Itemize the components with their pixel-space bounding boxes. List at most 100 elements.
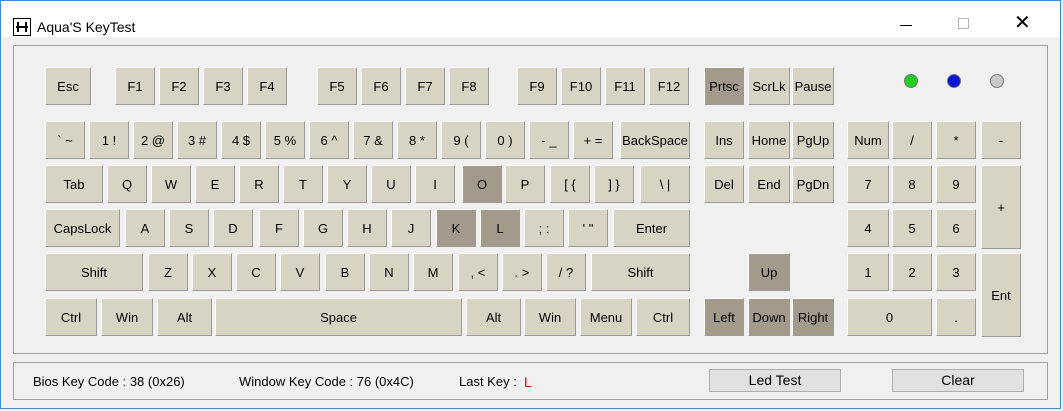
key-kp1: 1 — [847, 253, 889, 291]
key-quote: ' " — [568, 209, 608, 247]
key-kp5: 5 — [892, 209, 932, 247]
key-f1: F1 — [115, 67, 155, 105]
key-kp-div: / — [892, 121, 932, 159]
key-h: H — [347, 209, 387, 247]
key-slash: / ? — [546, 253, 586, 291]
key-k: K — [436, 209, 476, 247]
key-enter: Enter — [613, 209, 690, 247]
key-lalt: Alt — [157, 298, 212, 336]
key-minus: - _ — [529, 121, 569, 159]
key-kp-dot: . — [936, 298, 976, 336]
minimize-button[interactable] — [883, 11, 929, 37]
last-key-value: L — [524, 374, 532, 390]
key-kp6: 6 — [936, 209, 976, 247]
key-pgup: PgUp — [792, 121, 834, 159]
key-del: Del — [704, 165, 744, 203]
key-kp7: 7 — [847, 165, 889, 203]
capslock-led — [947, 74, 961, 88]
key-up: Up — [748, 253, 790, 291]
key-f11: F11 — [605, 67, 645, 105]
key-u: U — [371, 165, 411, 203]
bios-key-code: Bios Key Code : 38 (0x26) — [33, 374, 185, 389]
key-num: Num — [847, 121, 889, 159]
key-n7: 7 & — [353, 121, 393, 159]
key-esc: Esc — [45, 67, 91, 105]
key-kp3: 3 — [936, 253, 976, 291]
key-kp-enter: Ent — [981, 253, 1021, 337]
key-capslock: CapsLock — [45, 209, 120, 247]
key-f2: F2 — [159, 67, 199, 105]
key-n4: 4 $ — [221, 121, 261, 159]
key-f9: F9 — [517, 67, 557, 105]
key-i: I — [415, 165, 455, 203]
key-n0: 0 ) — [485, 121, 525, 159]
key-lbracket: [ { — [550, 165, 590, 203]
last-key-label: Last Key : — [459, 374, 517, 389]
key-backtick: ` ~ — [45, 121, 85, 159]
key-backspace: BackSpace — [620, 121, 690, 159]
led-test-button[interactable]: Led Test — [709, 369, 841, 392]
key-tab: Tab — [45, 165, 103, 203]
key-q: Q — [107, 165, 147, 203]
key-b: B — [325, 253, 365, 291]
key-equal: + = — [573, 121, 613, 159]
key-pgdn: PgDn — [792, 165, 834, 203]
key-f4: F4 — [247, 67, 287, 105]
key-n3: 3 # — [177, 121, 217, 159]
close-button[interactable]: ✕ — [999, 11, 1045, 37]
key-rbracket: ] } — [594, 165, 634, 203]
key-j: J — [391, 209, 431, 247]
key-f5: F5 — [317, 67, 357, 105]
key-d: D — [213, 209, 253, 247]
key-e: E — [195, 165, 235, 203]
key-ralt: Alt — [466, 298, 521, 336]
key-comma: , < — [458, 253, 498, 291]
clear-button[interactable]: Clear — [892, 369, 1024, 392]
key-lctrl: Ctrl — [45, 298, 97, 336]
key-n9: 9 ( — [441, 121, 481, 159]
key-w: W — [151, 165, 191, 203]
keyboard-panel: Esc F1 F2 F3 F4 F5 F6 F7 F8 F9 F10 F11 F12 Prtsc ScrLk… — [13, 45, 1048, 354]
key-rwin: Win — [524, 298, 576, 336]
maximize-button[interactable] — [941, 11, 987, 37]
key-kp0: 0 — [847, 298, 932, 336]
key-l: L — [480, 209, 520, 247]
key-n8: 8 * — [397, 121, 437, 159]
key-kp9: 9 — [936, 165, 976, 203]
scrolllock-led — [990, 74, 1004, 88]
key-r: R — [239, 165, 279, 203]
app-icon — [13, 18, 31, 36]
key-t: T — [283, 165, 323, 203]
key-s: S — [169, 209, 209, 247]
key-kp-plus: + — [981, 165, 1021, 249]
key-kp2: 2 — [892, 253, 932, 291]
key-right: Right — [792, 298, 834, 336]
key-rshift: Shift — [591, 253, 690, 291]
key-end: End — [748, 165, 790, 203]
key-backslash: \ | — [640, 165, 690, 203]
key-left: Left — [704, 298, 744, 336]
key-o: O — [462, 165, 502, 203]
key-g: G — [303, 209, 343, 247]
key-c: C — [236, 253, 276, 291]
key-home: Home — [748, 121, 790, 159]
key-n6: 6 ^ — [309, 121, 349, 159]
key-menu: Menu — [580, 298, 632, 336]
key-space: Space — [215, 298, 462, 336]
key-p: P — [505, 165, 545, 203]
key-f8: F8 — [449, 67, 489, 105]
key-z: Z — [148, 253, 188, 291]
key-lwin: Win — [101, 298, 153, 336]
key-kp-minus: - — [981, 121, 1021, 159]
key-m: M — [413, 253, 453, 291]
key-f10: F10 — [561, 67, 601, 105]
key-kp4: 4 — [847, 209, 889, 247]
key-scrlk: ScrLk — [748, 67, 790, 105]
key-down: Down — [748, 298, 790, 336]
maximize-icon — [958, 18, 969, 29]
key-pause: Pause — [792, 67, 834, 105]
key-rctrl: Ctrl — [636, 298, 690, 336]
key-f12: F12 — [649, 67, 689, 105]
app-window: Aqua'S KeyTest ✕ Esc F1 F2 F3 F4 F5 F6 F7 F8 F9 F1… — [0, 0, 1061, 409]
key-n: N — [369, 253, 409, 291]
